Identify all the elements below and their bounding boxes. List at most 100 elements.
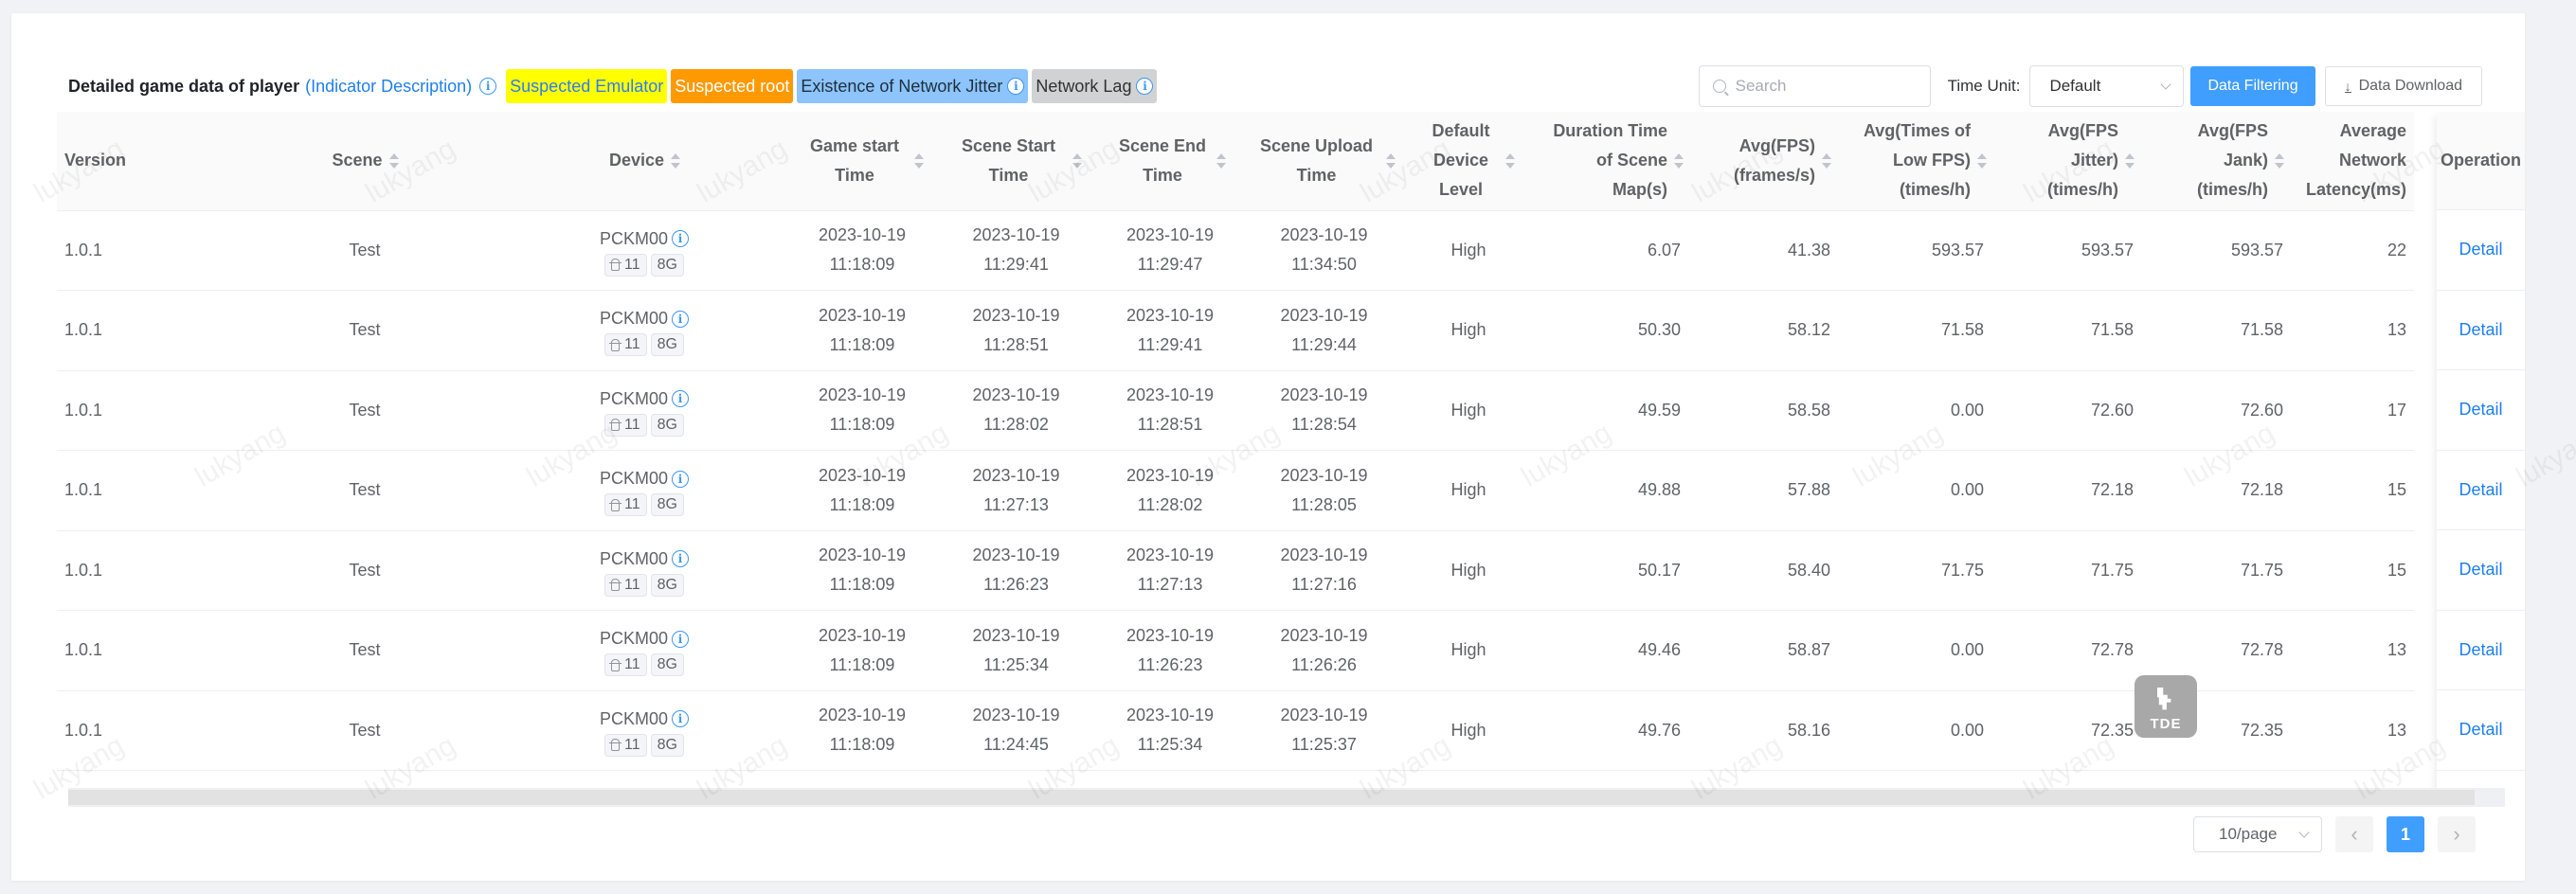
column-header-fps-jitter[interactable]: Avg(FPS Jitter) (times/h)	[1991, 112, 2141, 211]
header-label: Avg(Times of Low FPS) (times/h)	[1863, 121, 1971, 200]
search-box[interactable]	[1698, 65, 1931, 107]
date-text: 2023-10-19	[1280, 225, 1368, 245]
detail-link[interactable]: Detail	[2459, 320, 2502, 340]
page-number-button[interactable]: 1	[2387, 816, 2424, 852]
column-header-avg-fps[interactable]: Avg(FPS) (frames/s)	[1688, 112, 1838, 211]
info-icon[interactable]: i	[672, 390, 690, 408]
device-model: PCKM00	[599, 629, 669, 649]
time-unit-select[interactable]: Default	[2029, 65, 2185, 107]
cell-scene-start: 2023-10-19 11:26:23	[938, 530, 1094, 611]
sort-caret-icon[interactable]	[913, 152, 924, 170]
sort-caret-icon[interactable]	[388, 152, 399, 170]
info-icon[interactable]: i	[672, 310, 690, 328]
info-icon[interactable]: i	[1136, 78, 1154, 95]
page-size-select[interactable]: 10/page	[2193, 816, 2322, 852]
detail-link[interactable]: Detail	[2459, 240, 2502, 259]
time-text: 11:18:09	[829, 255, 895, 275]
column-header-version: Version	[57, 112, 227, 211]
ram-chip: 8G	[650, 493, 684, 517]
info-icon[interactable]: i	[479, 78, 497, 95]
table-row: 1.0.1 Test PCKM00 i 11 8G 2023-10-19 11:18:09 20…	[57, 530, 2414, 611]
header-cell: Scene Upload Time	[1254, 132, 1396, 190]
detail-link[interactable]: Detail	[2459, 560, 2502, 580]
time-text: 11:18:09	[829, 735, 895, 755]
cell-duration: 50.17	[1535, 530, 1688, 611]
date-text: 2023-10-19	[818, 625, 907, 645]
header-toolbar: Detailed game data of player (Indicator …	[68, 68, 1158, 104]
info-icon[interactable]: i	[672, 470, 690, 488]
column-header-scene[interactable]: Scene	[227, 112, 502, 211]
cell-duration: 49.76	[1535, 690, 1688, 771]
android-icon	[609, 419, 622, 432]
next-page-button[interactable]: ›	[2438, 816, 2476, 852]
cell-scene: Test	[227, 530, 502, 611]
sort-caret-icon[interactable]	[670, 152, 681, 170]
time-text: 11:18:09	[829, 575, 895, 595]
cell-device: PCKM00 i 11 8G	[502, 690, 786, 771]
sort-caret-icon[interactable]	[1673, 152, 1684, 170]
info-icon[interactable]: i	[672, 550, 690, 568]
operation-cell: Detail	[2437, 690, 2525, 771]
column-header-scene-end[interactable]: Scene End Time	[1094, 112, 1246, 211]
device-name: PCKM00 i	[600, 304, 690, 333]
sort-caret-icon[interactable]	[1504, 152, 1515, 170]
device-chips: 11 8G	[510, 333, 779, 357]
header-label: Game start Time	[809, 135, 900, 185]
time-text: 11:29:41	[1137, 334, 1203, 354]
cell-fps-jitter: 593.57	[1991, 210, 2141, 291]
detail-link[interactable]: Detail	[2459, 640, 2502, 660]
ram-chip: 8G	[650, 333, 684, 357]
detail-link[interactable]: Detail	[2459, 720, 2502, 740]
column-header-game-start[interactable]: Game start Time	[786, 112, 938, 211]
time-text: 11:25:37	[1291, 735, 1357, 755]
data-filtering-button[interactable]: Data Filtering	[2190, 66, 2315, 106]
sort-caret-icon[interactable]	[2124, 152, 2135, 170]
header-cell: Duration Time of Scene Map(s)	[1542, 116, 1684, 205]
column-header-scene-start[interactable]: Scene Start Time	[938, 112, 1094, 211]
column-header-device-level[interactable]: Default Device Level	[1402, 112, 1535, 211]
sort-caret-icon[interactable]	[2274, 152, 2284, 170]
cell-avg-fps: 58.40	[1688, 530, 1838, 611]
column-header-scene-upload[interactable]: Scene Upload Time	[1246, 112, 1402, 211]
sort-caret-icon[interactable]	[1385, 152, 1396, 170]
page-title: Detailed game data of player	[68, 76, 300, 96]
prev-page-button[interactable]: ‹	[2335, 816, 2373, 852]
column-header-low-fps[interactable]: Avg(Times of Low FPS) (times/h)	[1838, 112, 1991, 211]
sort-caret-icon[interactable]	[1216, 152, 1227, 170]
ram-chip: 8G	[650, 413, 684, 437]
sort-caret-icon[interactable]	[1976, 152, 1987, 170]
column-header-fps-jank[interactable]: Avg(FPS Jank) (times/h)	[2141, 112, 2291, 211]
info-icon[interactable]: i	[1007, 78, 1025, 95]
android-icon	[609, 338, 622, 351]
cell-avg-fps: 58.16	[1688, 690, 1838, 771]
chevron-left-icon: ‹	[2351, 822, 2358, 846]
tde-floating-badge[interactable]: TDE	[2135, 675, 2197, 738]
detail-link[interactable]: Detail	[2459, 400, 2502, 420]
data-download-button[interactable]: ↓ Data Download	[2324, 66, 2482, 106]
date-text: 2023-10-19	[1280, 625, 1368, 645]
sort-caret-icon[interactable]	[1072, 152, 1083, 170]
date-text: 2023-10-19	[818, 305, 907, 325]
cell-device: PCKM00 i 11 8G	[502, 210, 786, 291]
sort-caret-icon[interactable]	[1821, 152, 1831, 170]
info-icon[interactable]: i	[672, 230, 690, 248]
scrollbar-thumb[interactable]	[68, 790, 2475, 805]
cell-scene-start: 2023-10-19 11:29:41	[938, 210, 1094, 291]
header-cell: Avg(FPS Jank) (times/h)	[2173, 116, 2284, 205]
info-icon[interactable]: i	[672, 710, 690, 728]
tag-label: Suspected root	[675, 76, 790, 96]
indicator-description-link[interactable]: (Indicator Description)	[305, 77, 472, 97]
detail-link[interactable]: Detail	[2459, 480, 2502, 500]
date-text: 2023-10-19	[1126, 465, 1215, 485]
cell-scene-upload: 2023-10-19 11:28:05	[1246, 450, 1402, 531]
device-model: PCKM00	[599, 708, 669, 728]
android-version-chip: 11	[604, 573, 647, 597]
column-header-device[interactable]: Device	[502, 112, 786, 211]
column-header-duration[interactable]: Duration Time of Scene Map(s)	[1535, 112, 1688, 211]
horizontal-scrollbar[interactable]	[68, 788, 2505, 807]
tag-label: Suspected Emulator	[510, 76, 664, 96]
info-icon[interactable]: i	[672, 630, 690, 648]
search-input[interactable]	[1735, 77, 1916, 96]
cell-scene-start: 2023-10-19 11:27:13	[938, 450, 1094, 531]
column-header-latency: Average Network Latency(ms)	[2291, 112, 2414, 211]
